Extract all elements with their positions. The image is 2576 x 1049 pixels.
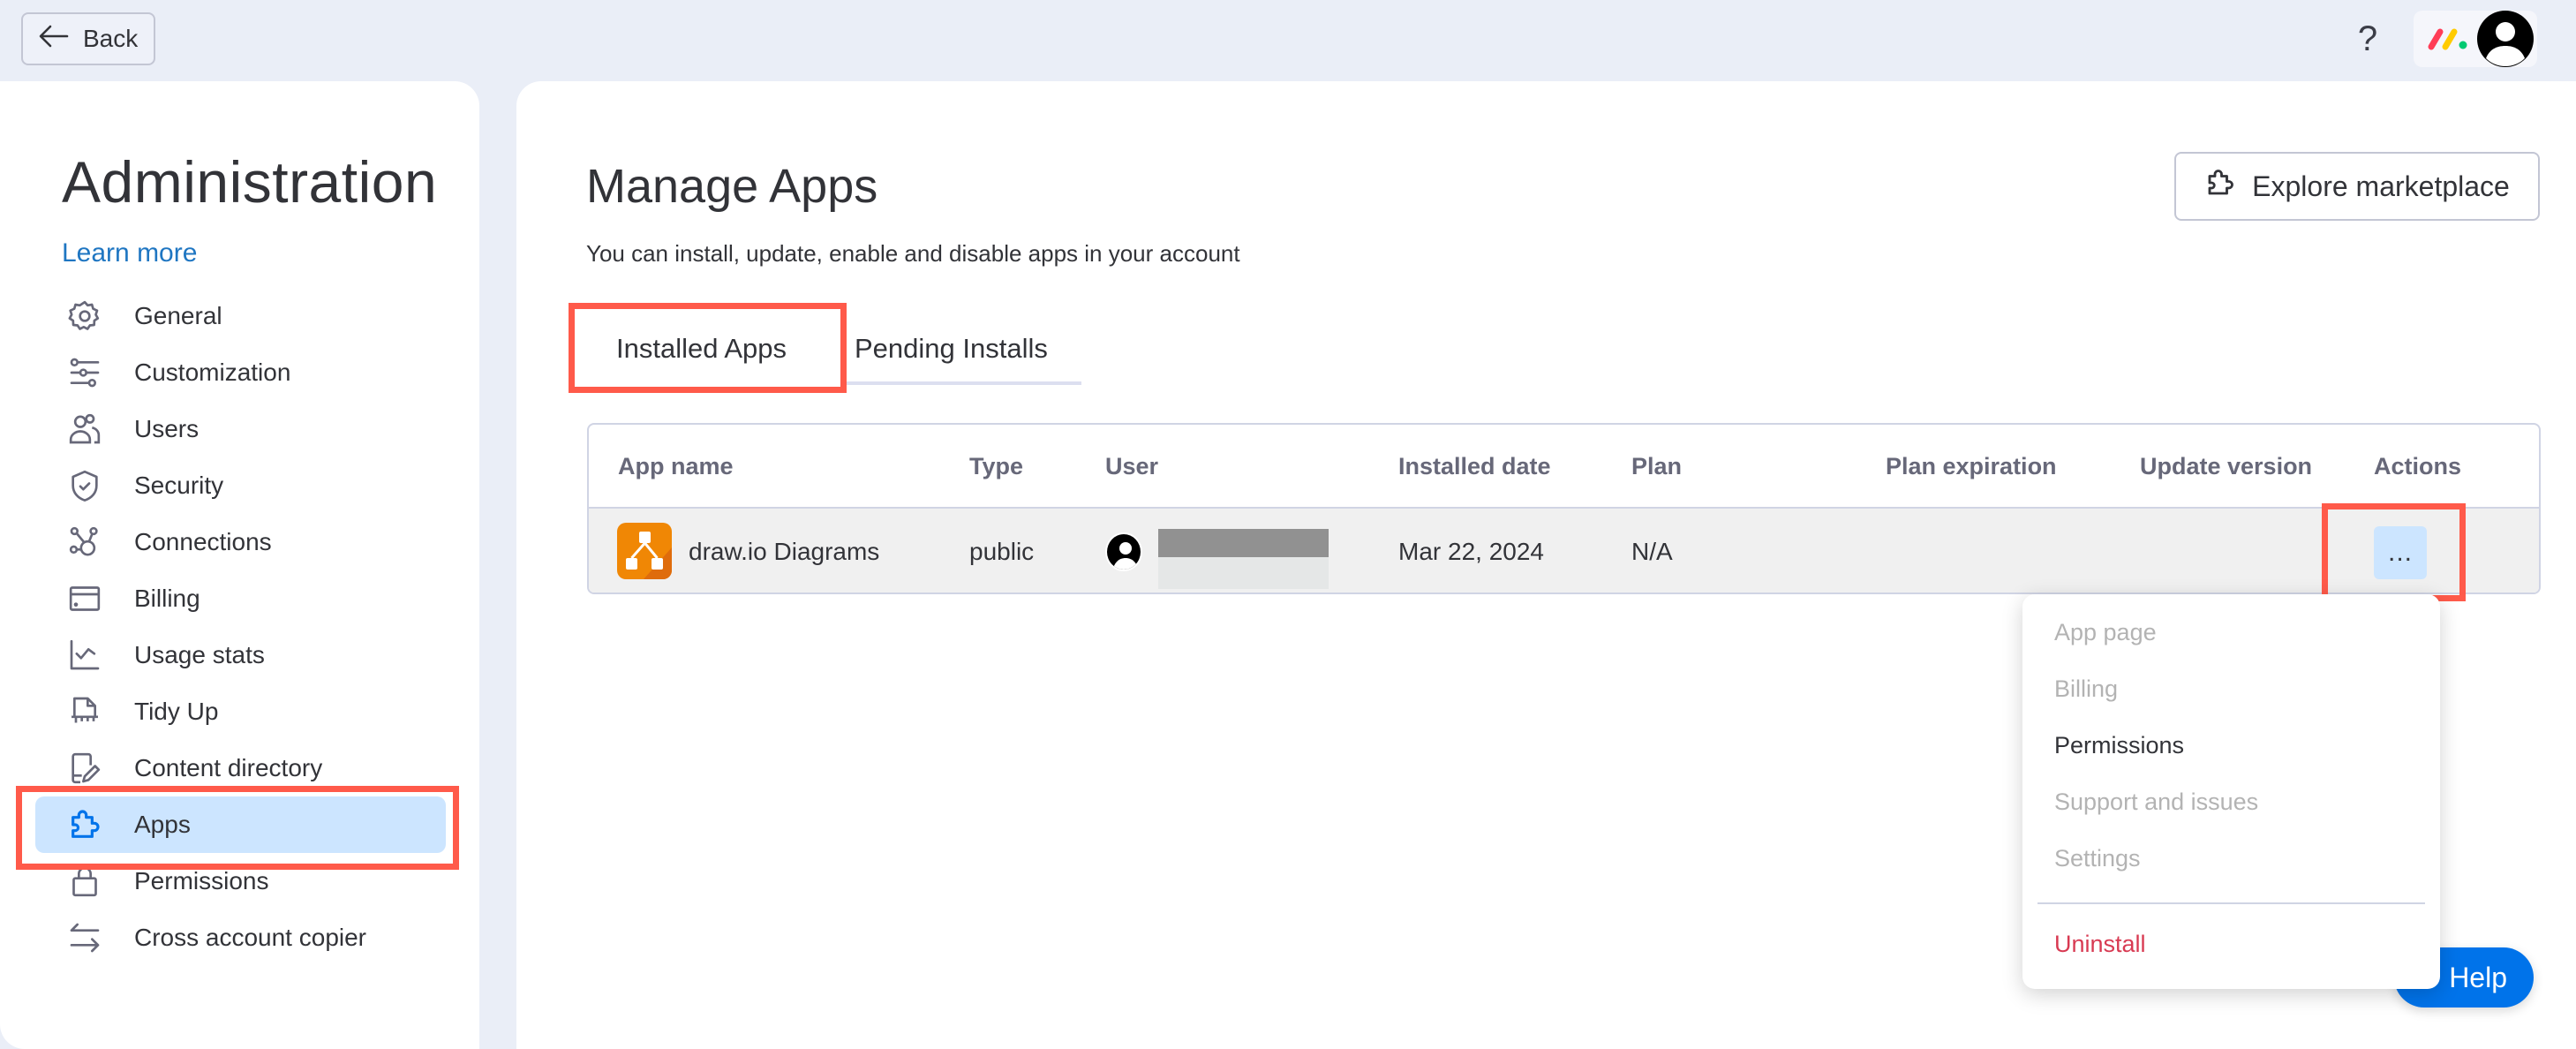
page-subtitle: You can install, update, enable and disa… [586, 240, 1240, 267]
sidebar-item-label: Billing [134, 585, 200, 612]
sidebar-item-general[interactable]: General [35, 288, 446, 344]
column-header-app-name: App name [618, 453, 734, 479]
sidebar-item-users[interactable]: Users [35, 401, 446, 457]
sidebar-item-customization[interactable]: Customization [35, 344, 446, 401]
users-icon [64, 408, 106, 450]
monday-logo-icon [2426, 26, 2479, 51]
installed-date-cell: Mar 22, 2024 [1398, 537, 1544, 565]
menu-item-app-page[interactable]: App page [2054, 619, 2157, 646]
sidebar-item-label: Connections [134, 528, 272, 555]
page-title: Manage Apps [586, 160, 878, 213]
sidebar-item-content-directory[interactable]: Content directory [35, 740, 446, 796]
more-horizontal-icon: ... [2387, 538, 2413, 567]
sidebar-title: Administration [62, 149, 438, 215]
back-label: Back [83, 25, 139, 52]
gear-icon [64, 295, 106, 337]
chart-icon [64, 634, 106, 676]
column-header-actions: Actions [2374, 453, 2462, 479]
tab-installed-apps[interactable]: Installed Apps [616, 314, 787, 383]
menu-divider [2037, 902, 2425, 904]
help-question-icon[interactable]: ? [2348, 16, 2387, 62]
sidebar-item-label: General [134, 302, 222, 329]
connections-icon [64, 521, 106, 563]
drawio-app-icon [617, 523, 672, 579]
sidebar-item-label: Customization [134, 358, 291, 386]
column-header-type: Type [969, 453, 1024, 479]
shredder-icon [64, 691, 106, 733]
table-header: App name Type User Installed date Plan P… [589, 425, 2539, 509]
top-bar [0, 0, 2576, 81]
column-header-plan: Plan [1631, 453, 1683, 479]
menu-item-permissions[interactable]: Permissions [2054, 732, 2184, 759]
sidebar-item-usage-stats[interactable]: Usage stats [35, 627, 446, 683]
apps-table: App name Type User Installed date Plan P… [587, 423, 2541, 594]
user-avatar[interactable] [2477, 11, 2534, 67]
sidebar-item-label: Apps [134, 811, 191, 838]
menu-item-settings[interactable]: Settings [2054, 845, 2141, 872]
sidebar-item-cross-account-copier[interactable]: Cross account copier [35, 909, 446, 966]
tab-pending-installs[interactable]: Pending Installs [855, 314, 1048, 383]
sidebar-item-permissions[interactable]: Permissions [35, 853, 446, 909]
back-button[interactable]: Back [21, 12, 155, 65]
puzzle-icon [2204, 167, 2236, 206]
table-row: draw.io Diagrams public Mar 22, 2024 N/A… [589, 509, 2539, 592]
sidebar-item-label: Permissions [134, 867, 269, 894]
document-edit-icon [64, 747, 106, 789]
sidebar-item-apps[interactable]: Apps [35, 796, 446, 853]
column-header-update-version: Update version [2140, 453, 2313, 479]
sidebar-item-label: Tidy Up [134, 698, 219, 725]
swap-arrows-icon [64, 917, 106, 959]
column-header-plan-expiration: Plan expiration [1886, 453, 2057, 479]
sidebar-item-connections[interactable]: Connections [35, 514, 446, 570]
type-cell: public [969, 537, 1035, 565]
arrow-left-icon [39, 25, 69, 54]
sidebar-item-label: Cross account copier [134, 924, 367, 951]
user-name-redacted [1158, 529, 1329, 589]
menu-item-billing[interactable]: Billing [2054, 675, 2118, 703]
menu-item-uninstall[interactable]: Uninstall [2054, 931, 2146, 958]
explore-marketplace-button[interactable]: Explore marketplace [2174, 152, 2540, 221]
column-header-installed-date: Installed date [1398, 453, 1551, 479]
sidebar-item-security[interactable]: Security [35, 457, 446, 514]
lock-icon [64, 860, 106, 902]
sidebar-item-label: Usage stats [134, 641, 265, 668]
app-name-cell[interactable]: draw.io Diagrams [689, 509, 879, 592]
actions-menu: App page Billing Permissions Support and… [2022, 594, 2440, 989]
explore-marketplace-label: Explore marketplace [2252, 170, 2510, 202]
puzzle-icon [64, 804, 106, 846]
sidebar-item-billing[interactable]: Billing [35, 570, 446, 627]
shield-icon [64, 464, 106, 507]
menu-item-support-and-issues[interactable]: Support and issues [2054, 789, 2258, 816]
column-header-user: User [1105, 453, 1159, 479]
user-avatar-icon [1105, 532, 1142, 571]
sidebar-item-label: Users [134, 415, 200, 442]
sliders-icon [64, 351, 106, 394]
sidebar-item-label: Security [134, 472, 224, 499]
row-actions-button[interactable]: ... [2374, 526, 2427, 579]
credit-card-icon [64, 577, 106, 620]
learn-more-link[interactable]: Learn more [62, 238, 197, 268]
plan-cell: N/A [1631, 537, 1673, 565]
sidebar-item-label: Content directory [134, 754, 323, 781]
sidebar-item-tidy-up[interactable]: Tidy Up [35, 683, 446, 740]
